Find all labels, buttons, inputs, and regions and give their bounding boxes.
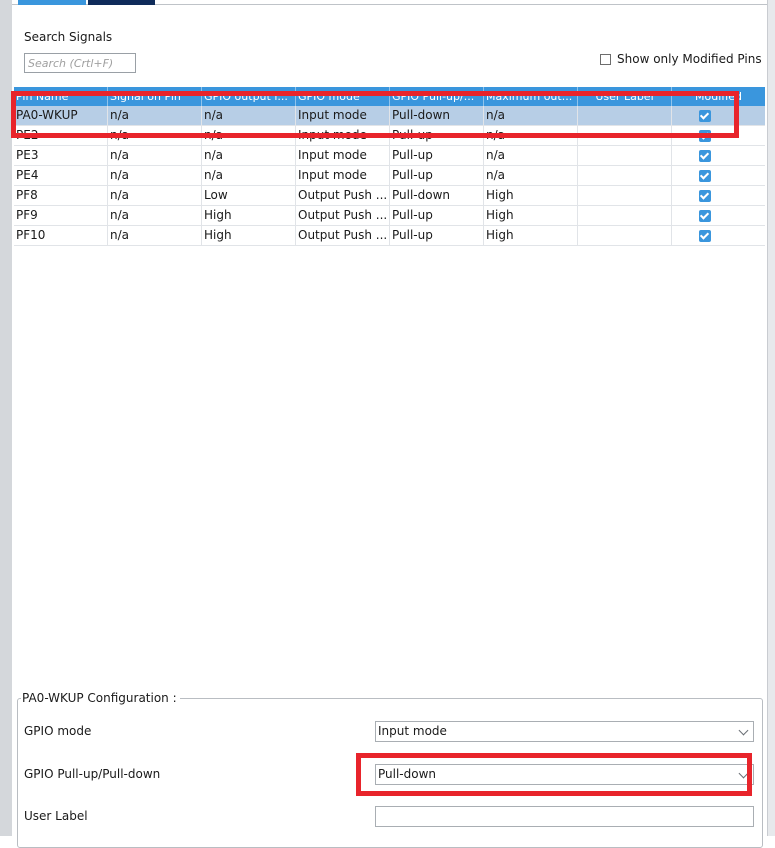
cell-speed: High [484, 186, 578, 205]
cell-output-level: High [202, 206, 296, 225]
cell-pin-name: PF10 [14, 226, 108, 245]
cell-user-label [578, 186, 672, 205]
pin-table: Pin Name Signal on Pin GPIO output l... … [14, 87, 765, 246]
cell-user-label [578, 226, 672, 245]
search-input[interactable] [24, 53, 136, 73]
col-pin-name[interactable]: Pin Name [14, 87, 108, 106]
cell-pin-name: PF9 [14, 206, 108, 225]
cell-speed: n/a [484, 166, 578, 185]
table-row[interactable]: PF8 n/a Low Output Push ... Pull-down Hi… [14, 186, 765, 206]
cell-gpio-mode: Input mode [296, 166, 390, 185]
cell-modified [672, 106, 765, 125]
checkmark-icon[interactable] [699, 170, 711, 182]
gpio-mode-value: Input mode [378, 724, 447, 738]
cell-user-label [578, 106, 672, 125]
cell-pull: Pull-down [390, 106, 484, 125]
config-title: PA0-WKUP Configuration : [21, 691, 180, 705]
cell-output-level: n/a [202, 146, 296, 165]
cell-gpio-mode: Input mode [296, 146, 390, 165]
cell-pin-name: PE2 [14, 126, 108, 145]
checkmark-icon[interactable] [699, 150, 711, 162]
table-row[interactable]: PE3 n/a n/a Input mode Pull-up n/a [14, 146, 765, 166]
cell-output-level: n/a [202, 126, 296, 145]
show-modified-label[interactable]: Show only Modified Pins [617, 52, 762, 66]
cell-modified [672, 166, 765, 185]
cell-gpio-mode: Input mode [296, 106, 390, 125]
col-maximum-output-speed[interactable]: Maximum out... [484, 87, 578, 106]
show-modified-checkbox[interactable] [600, 54, 611, 65]
cell-speed: High [484, 226, 578, 245]
cell-pin-name: PE4 [14, 166, 108, 185]
cell-output-level: Low [202, 186, 296, 205]
cell-pull: Pull-up [390, 166, 484, 185]
cell-user-label [578, 166, 672, 185]
gpio-mode-select[interactable]: Input mode [375, 721, 754, 742]
cell-signal: n/a [108, 166, 202, 185]
cell-signal: n/a [108, 146, 202, 165]
col-gpio-output-level[interactable]: GPIO output l... [202, 87, 296, 106]
table-row[interactable]: PE4 n/a n/a Input mode Pull-up n/a [14, 166, 765, 186]
cell-pin-name: PA0-WKUP [14, 106, 108, 125]
cell-gpio-mode: Output Push ... [296, 206, 390, 225]
cell-pin-name: PE3 [14, 146, 108, 165]
cell-modified [672, 186, 765, 205]
col-gpio-pull[interactable]: GPIO Pull-up/... [390, 87, 484, 106]
cell-signal: n/a [108, 206, 202, 225]
cell-output-level: n/a [202, 166, 296, 185]
checkmark-icon[interactable] [699, 110, 711, 122]
cell-output-level: n/a [202, 106, 296, 125]
right-scrollbar[interactable] [767, 0, 775, 836]
cell-user-label [578, 206, 672, 225]
chevron-down-icon[interactable] [738, 768, 749, 779]
cell-gpio-mode: Output Push ... [296, 226, 390, 245]
checkmark-icon[interactable] [699, 210, 711, 222]
cell-user-label [578, 126, 672, 145]
checkmark-icon[interactable] [699, 130, 711, 142]
cell-speed: n/a [484, 106, 578, 125]
cell-gpio-mode: Input mode [296, 126, 390, 145]
cell-modified [672, 126, 765, 145]
cell-signal: n/a [108, 226, 202, 245]
search-signals-label: Search Signals [24, 30, 113, 44]
checkmark-icon[interactable] [699, 230, 711, 242]
cell-speed: High [484, 206, 578, 225]
col-modified[interactable]: Modified [672, 87, 765, 106]
col-signal-on-pin[interactable]: Signal on Pin [108, 87, 202, 106]
user-label-input[interactable] [375, 806, 754, 827]
col-gpio-mode[interactable]: GPIO mode [296, 87, 390, 106]
tab-1[interactable] [18, 0, 86, 5]
cell-output-level: High [202, 226, 296, 245]
cell-modified [672, 146, 765, 165]
cell-pull: Pull-up [390, 226, 484, 245]
table-row[interactable]: PF10 n/a High Output Push ... Pull-up Hi… [14, 226, 765, 246]
cell-pull: Pull-up [390, 126, 484, 145]
cell-signal: n/a [108, 106, 202, 125]
col-user-label[interactable]: User Label [578, 87, 672, 106]
cell-speed: n/a [484, 126, 578, 145]
pull-select[interactable]: Pull-down [375, 764, 754, 785]
cell-gpio-mode: Output Push ... [296, 186, 390, 205]
table-row[interactable]: PF9 n/a High Output Push ... Pull-up Hig… [14, 206, 765, 226]
cell-signal: n/a [108, 186, 202, 205]
chevron-down-icon[interactable] [738, 725, 749, 736]
cell-user-label [578, 146, 672, 165]
cell-pin-name: PF8 [14, 186, 108, 205]
table-row[interactable]: PA0-WKUP n/a n/a Input mode Pull-down n/… [14, 106, 765, 126]
left-frame [0, 0, 12, 836]
cell-speed: n/a [484, 146, 578, 165]
cell-modified [672, 226, 765, 245]
cell-modified [672, 206, 765, 225]
checkmark-icon[interactable] [699, 190, 711, 202]
gpio-mode-label: GPIO mode [24, 724, 92, 738]
table-row[interactable]: PE2 n/a n/a Input mode Pull-up n/a [14, 126, 765, 146]
table-header: Pin Name Signal on Pin GPIO output l... … [14, 87, 765, 106]
pull-value: Pull-down [378, 767, 437, 781]
cell-pull: Pull-up [390, 146, 484, 165]
user-label-label: User Label [24, 809, 88, 823]
pull-label: GPIO Pull-up/Pull-down [24, 767, 161, 781]
cell-signal: n/a [108, 126, 202, 145]
cell-pull: Pull-down [390, 186, 484, 205]
tab-2-active[interactable] [88, 0, 155, 5]
cell-pull: Pull-up [390, 206, 484, 225]
